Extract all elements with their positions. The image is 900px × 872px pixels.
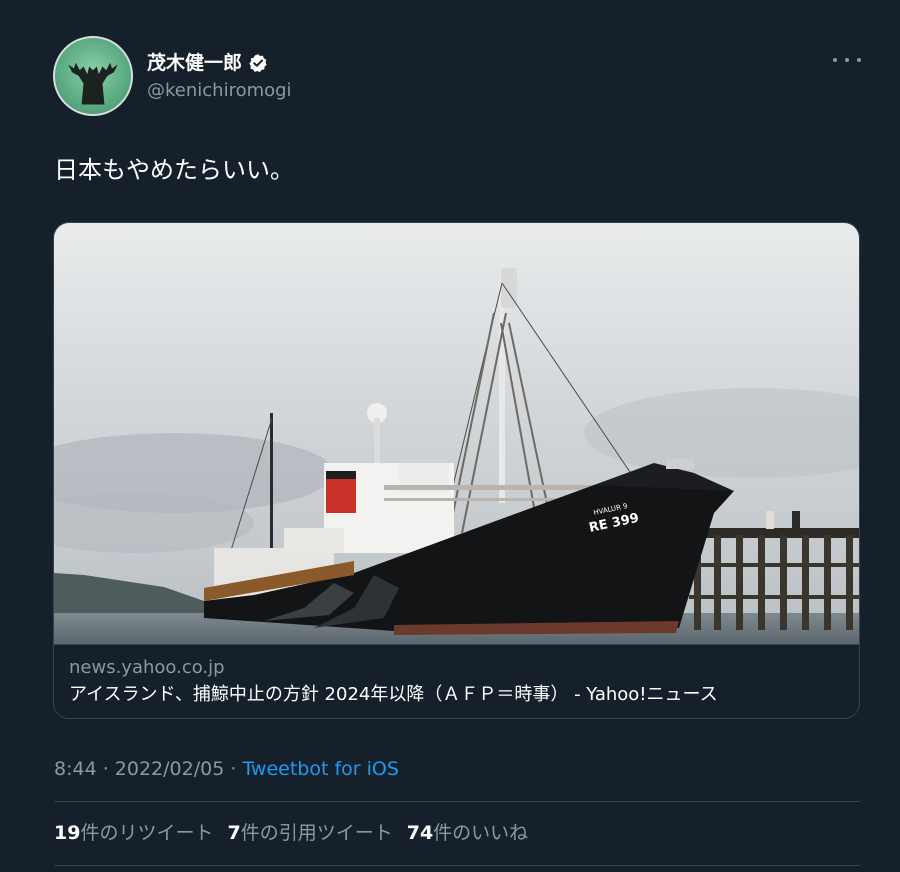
more-options-icon[interactable] [833, 50, 861, 70]
tweet-date[interactable]: 2022/02/05 [115, 758, 225, 780]
likes-stat[interactable]: 74件のいいね [407, 819, 528, 847]
tweet-header: 茂木健一郎 @kenichiromogi [53, 36, 863, 120]
retweets-stat[interactable]: 19件のリツイート [54, 819, 213, 847]
whaling-ship-photo: RE 399 HVALUR 9 [54, 223, 859, 644]
card-image[interactable]: RE 399 HVALUR 9 [54, 223, 859, 645]
meta-separator: · [96, 758, 115, 780]
card-title: アイスランド、捕鯨中止の方針 2024年以降（ＡＦＰ＝時事） - Yahoo!ニ… [69, 684, 718, 705]
retweets-count: 19 [54, 822, 81, 844]
avatar[interactable] [53, 36, 133, 116]
quotes-count: 7 [227, 822, 241, 844]
display-name-text[interactable]: 茂木健一郎 [147, 50, 242, 76]
likes-label: 件のいいね [433, 822, 529, 844]
divider [54, 801, 860, 802]
retweets-label: 件のリツイート [80, 822, 214, 844]
tweet-time[interactable]: 8:44 [54, 758, 97, 780]
meta-separator: · [224, 758, 243, 780]
tweet-meta: 8:44 · 2022/02/05 · Tweetbot for iOS [54, 755, 399, 783]
quotes-stat[interactable]: 7件の引用ツイート [227, 819, 392, 847]
tweet-text: 日本もやめたらいい。 [54, 156, 294, 184]
author-handle[interactable]: @kenichiromogi [147, 78, 292, 104]
card-domain: news.yahoo.co.jp [69, 657, 225, 678]
link-card[interactable]: RE 399 HVALUR 9 news.yahoo.co.jp アイスランド、… [53, 222, 860, 719]
tweet-source-link[interactable]: Tweetbot for iOS [242, 758, 398, 780]
divider [54, 865, 860, 866]
avatar-icon [68, 62, 118, 105]
verified-badge-icon [249, 54, 267, 73]
tweet-stats: 19件のリツイート 7件の引用ツイート 74件のいいね [54, 819, 528, 847]
quotes-label: 件の引用ツイート [240, 822, 393, 844]
likes-count: 74 [406, 822, 434, 844]
author-display-name[interactable]: 茂木健一郎 [147, 50, 292, 76]
